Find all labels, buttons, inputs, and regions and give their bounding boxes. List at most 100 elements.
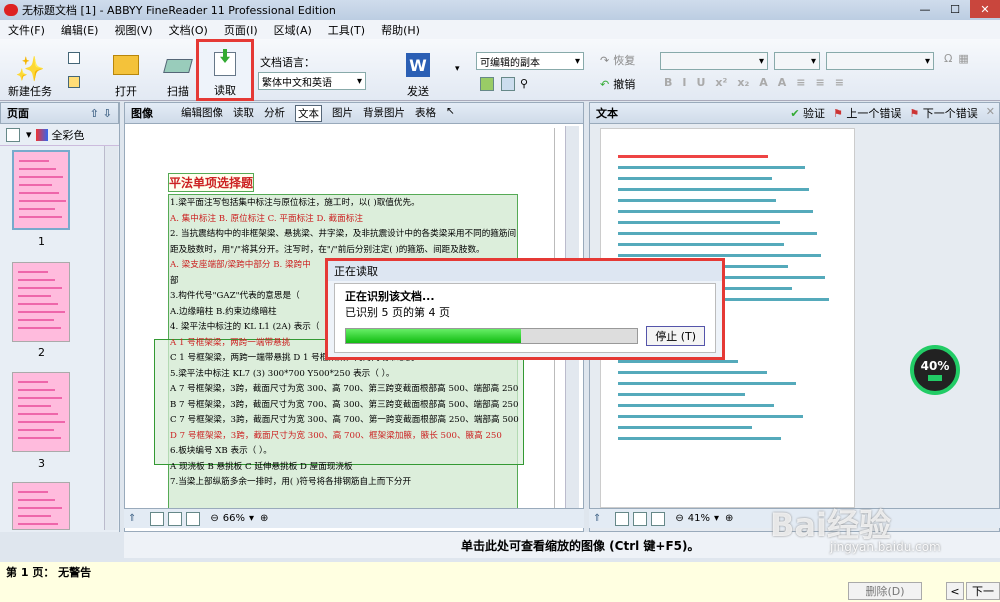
superscript-icon[interactable]: x² xyxy=(715,76,727,89)
fit-page-icon[interactable] xyxy=(150,511,165,526)
thumb-line xyxy=(18,295,51,297)
page-thumbnail-2[interactable] xyxy=(12,262,70,342)
recognized-line xyxy=(618,221,780,224)
document-heading: 平法单项选择题 xyxy=(168,173,255,192)
page-small-icon[interactable] xyxy=(68,52,80,64)
doc-line: D 7 号框架梁，3跨，截面尺寸为宽 300、高 700、框架梁加腋，腋长 50… xyxy=(170,430,502,441)
pointer-icon[interactable]: ↖ xyxy=(446,105,455,122)
scan-button[interactable]: 扫描 xyxy=(158,41,198,99)
align-right-icon[interactable]: ≡ xyxy=(835,76,844,89)
new-task-button[interactable]: ✨ 新建任务 xyxy=(6,41,54,99)
open-button[interactable]: 打开 xyxy=(106,41,146,99)
stop-button[interactable]: 停止 (T) xyxy=(646,326,705,346)
menu-area[interactable]: 区域(A) xyxy=(266,22,320,38)
battery-widget: 40% xyxy=(910,345,960,395)
read-button[interactable]: 读取 xyxy=(196,39,254,101)
view-mode-icon[interactable] xyxy=(6,127,20,142)
fit-page-icon[interactable] xyxy=(615,511,630,526)
close-button[interactable]: ✕ xyxy=(970,0,1000,18)
underline-icon[interactable]: U xyxy=(696,76,705,89)
font-select[interactable]: ▾ xyxy=(660,52,768,70)
page-thumbnail-4[interactable] xyxy=(12,482,70,530)
folder-small-icon[interactable] xyxy=(68,76,80,88)
next-error-button[interactable]: ⚑ 下一个错误 xyxy=(909,105,977,121)
layout-exact-icon[interactable] xyxy=(480,77,494,91)
background-picture-tool[interactable]: 背景图片 xyxy=(363,105,405,122)
table-icon[interactable]: ▦ xyxy=(958,52,968,65)
analyze-tool[interactable]: 分析 xyxy=(264,105,285,122)
page-thumbnail-3[interactable] xyxy=(12,372,70,452)
text-zoom-value[interactable]: 41% xyxy=(688,513,710,524)
read-tool[interactable]: 读取 xyxy=(233,105,254,122)
thumb-line xyxy=(18,319,54,321)
undo-button[interactable]: ↶ 撤销 xyxy=(600,76,635,92)
menu-edit[interactable]: 编辑(E) xyxy=(53,22,107,38)
send-button[interactable]: W 发送 xyxy=(398,41,438,99)
menu-view[interactable]: 视图(V) xyxy=(106,22,160,38)
open-label: 打开 xyxy=(115,85,137,98)
image-pane-footer: ⇑ ⊖ 66% ▾ ⊕ xyxy=(124,508,584,528)
recognized-line xyxy=(618,371,767,374)
next-error-label: 下一个错误 xyxy=(922,107,978,120)
subscript-icon[interactable]: x₂ xyxy=(737,76,749,89)
next-button[interactable]: 下一 xyxy=(966,582,1000,600)
undo-icon: ↶ xyxy=(600,77,610,91)
fit-width-icon[interactable] xyxy=(168,511,183,526)
undo-label: 撤销 xyxy=(613,78,636,91)
style-select[interactable]: ▾ xyxy=(826,52,934,70)
align-left-icon[interactable]: ≡ xyxy=(796,76,805,89)
scan-label: 扫描 xyxy=(167,85,189,98)
table-tool[interactable]: 表格 xyxy=(415,105,436,122)
picture-tool[interactable]: 图片 xyxy=(332,105,353,122)
zoom-in-icon[interactable]: ⊕ xyxy=(260,513,268,524)
menu-page[interactable]: 页面(I) xyxy=(216,22,266,38)
prev-button[interactable]: < xyxy=(946,582,964,600)
edit-image-tool[interactable]: 编辑图像 xyxy=(181,105,223,122)
menu-file[interactable]: 文件(F) xyxy=(0,22,53,38)
page-nav-icons[interactable]: ⇧ ⇩ xyxy=(90,107,112,120)
maximize-button[interactable]: ☐ xyxy=(940,0,970,18)
actual-size-icon[interactable] xyxy=(651,511,666,526)
delete-button[interactable]: 删除(D) xyxy=(848,582,922,600)
zoom-dropdown-icon[interactable]: ▾ xyxy=(714,513,719,524)
thumb-line xyxy=(18,499,55,501)
zoom-out-icon[interactable]: ⊖ xyxy=(675,513,683,524)
text-tool[interactable]: 文本 xyxy=(295,104,322,122)
zoom-out-icon[interactable]: ⊖ xyxy=(210,513,218,524)
dropdown-icon[interactable]: ▾ xyxy=(26,128,32,141)
collapse-icon[interactable]: ⇑ xyxy=(128,513,136,524)
actual-size-icon[interactable] xyxy=(186,511,201,526)
verify-icon: ✔ xyxy=(790,107,800,120)
verify-button[interactable]: ✔ 验证 xyxy=(790,105,825,121)
redo-button[interactable]: ↷ 恢复 xyxy=(600,52,635,68)
shrink-font-icon[interactable]: A xyxy=(778,76,787,89)
send-dropdown-icon[interactable]: ▾ xyxy=(455,64,460,74)
image-zoom-value[interactable]: 66% xyxy=(223,513,245,524)
bold-icon[interactable]: B xyxy=(664,76,672,89)
prev-error-button[interactable]: ⚑ 上一个错误 xyxy=(833,105,901,121)
omega-icon[interactable]: Ω xyxy=(944,52,952,65)
format-select[interactable]: 可编辑的副本 ▾ xyxy=(476,52,584,70)
fit-width-icon[interactable] xyxy=(633,511,648,526)
color-mode-label[interactable]: 全彩色 xyxy=(52,127,85,143)
language-select[interactable]: 繁体中文和英语 ▾ xyxy=(258,72,366,90)
menu-help[interactable]: 帮助(H) xyxy=(373,22,428,38)
menu-tools[interactable]: 工具(T) xyxy=(320,22,373,38)
collapse-icon[interactable]: ⇑ xyxy=(593,513,601,524)
zoom-dropdown-icon[interactable]: ▾ xyxy=(249,513,254,524)
minimize-button[interactable]: — xyxy=(910,0,940,18)
menu-document[interactable]: 文档(O) xyxy=(161,22,216,38)
align-center-icon[interactable]: ≡ xyxy=(816,76,825,89)
pages-scrollbar[interactable] xyxy=(104,146,118,530)
page-thumbnail-1[interactable] xyxy=(12,150,70,230)
italic-icon[interactable]: I xyxy=(682,76,686,89)
font-size-select[interactable]: ▾ xyxy=(774,52,820,70)
layout-flow-icon[interactable] xyxy=(501,77,515,91)
search-icon[interactable]: ⚲ xyxy=(520,77,528,91)
close-x-icon[interactable]: ✕ xyxy=(986,105,995,121)
grow-font-icon[interactable]: A xyxy=(759,76,768,89)
recognized-line xyxy=(618,426,752,429)
chevron-down-icon: ▾ xyxy=(924,55,930,67)
scanner-icon xyxy=(163,59,193,73)
zoom-in-icon[interactable]: ⊕ xyxy=(725,513,733,524)
